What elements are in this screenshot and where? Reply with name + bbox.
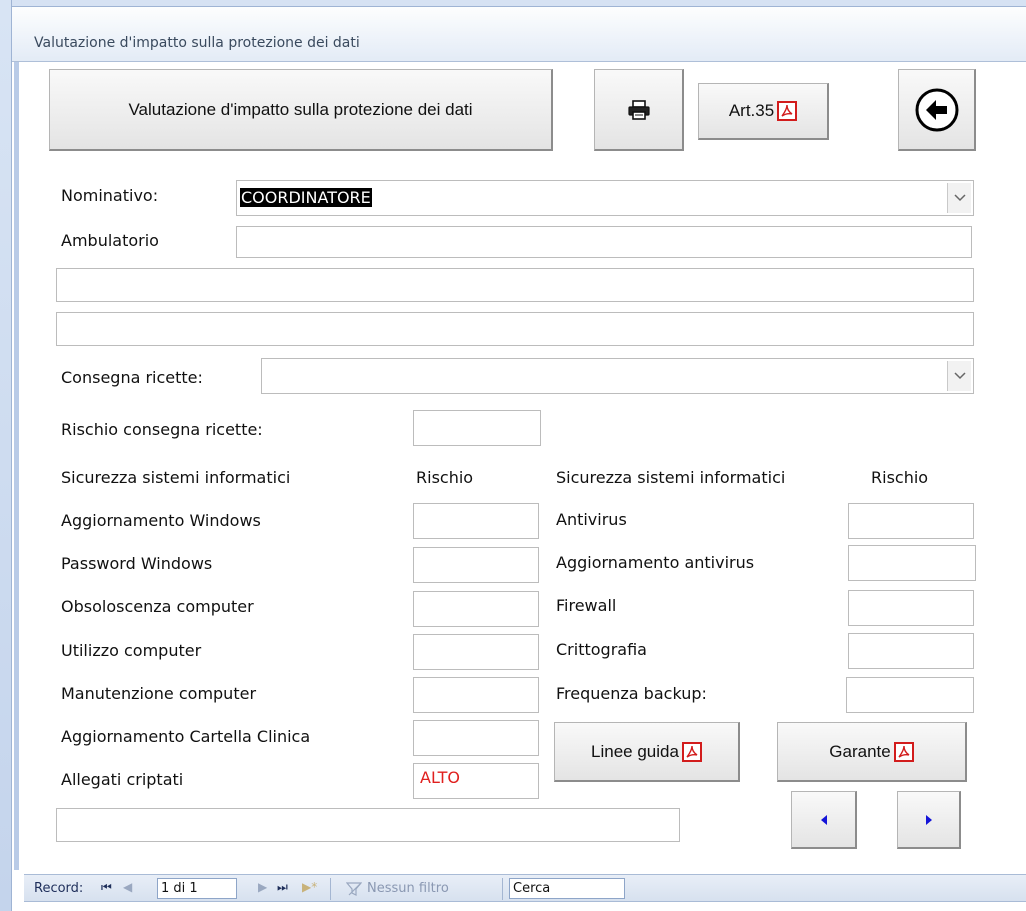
- nominativo-label: Nominativo:: [61, 186, 159, 205]
- consegna-dropdown-button[interactable]: [947, 361, 971, 391]
- dpia-main-button[interactable]: Valutazione d'impatto sulla protezione d…: [49, 69, 553, 151]
- linee-guida-button-label: Linee guida: [591, 741, 679, 761]
- right-section-header: Sicurezza sistemi informatici: [556, 468, 786, 487]
- left-item-risk-input[interactable]: [413, 503, 539, 539]
- right-item-label: Frequenza backup:: [556, 684, 707, 703]
- address-line-1-input[interactable]: [56, 268, 974, 302]
- notes-input[interactable]: [56, 808, 680, 842]
- print-button[interactable]: [594, 69, 684, 151]
- rischio-consegna-label: Rischio consegna ricette:: [61, 420, 263, 439]
- garante-button-label: Garante: [829, 741, 891, 761]
- current-record-field[interactable]: 1 di 1: [157, 878, 237, 899]
- window-title: Valutazione d'impatto sulla protezione d…: [34, 35, 360, 51]
- right-item-risk-input[interactable]: [848, 503, 974, 539]
- left-item-label: Utilizzo computer: [61, 641, 202, 660]
- consegna-ricette-label: Consegna ricette:: [61, 368, 203, 387]
- left-item-risk-input[interactable]: [413, 677, 539, 713]
- triangle-left-icon: [820, 814, 827, 825]
- form-title-bar: Valutazione d'impatto sulla protezione d…: [12, 6, 1026, 62]
- art35-button[interactable]: Art.35: [698, 83, 829, 140]
- rischio-consegna-input[interactable]: [413, 410, 541, 446]
- consegna-ricette-combo[interactable]: [261, 358, 974, 394]
- record-selector-strip[interactable]: [14, 62, 19, 870]
- status-separator: [502, 878, 503, 900]
- left-item-risk-input[interactable]: [413, 634, 539, 670]
- funnel-icon: [346, 882, 362, 896]
- allegati-criptati-risk-value: ALTO: [420, 768, 461, 787]
- left-risk-header: Rischio: [416, 468, 474, 487]
- nominativo-value: COORDINATORE: [240, 188, 372, 207]
- right-item-label: Firewall: [556, 596, 617, 615]
- right-item-risk-input[interactable]: [848, 633, 974, 669]
- ambulatorio-label: Ambulatorio: [61, 231, 159, 250]
- dpia-form-window: Valutazione d'impatto sulla protezione d…: [0, 0, 1026, 911]
- ambulatorio-input[interactable]: [236, 226, 972, 258]
- previous-record-button[interactable]: [791, 791, 857, 849]
- right-item-risk-input[interactable]: [848, 590, 974, 626]
- chevron-down-icon: [953, 372, 966, 380]
- record-label: Record:: [34, 881, 84, 896]
- left-item-label: Aggiornamento Cartella Clinica: [61, 727, 311, 746]
- left-item-label: Allegati criptati: [61, 770, 184, 789]
- back-arrow-icon: [915, 88, 958, 131]
- previous-record-icon[interactable]: ◀: [123, 880, 132, 894]
- left-item-label: Password Windows: [61, 554, 213, 573]
- search-input[interactable]: Cerca: [509, 878, 625, 899]
- dpia-main-button-label: Valutazione d'impatto sulla protezione d…: [128, 99, 473, 119]
- chevron-down-icon: [953, 194, 966, 202]
- left-item-label: Obsoloscenza computer: [61, 597, 254, 616]
- right-item-risk-input[interactable]: [846, 677, 974, 713]
- status-separator: [330, 878, 331, 900]
- record-navigation-bar: Record: ⏮ ◀ 1 di 1 ▶ ⏭ ▶* Nessun filtro …: [24, 874, 1026, 902]
- last-record-icon[interactable]: ⏭: [277, 880, 288, 895]
- left-item-label: Aggiornamento Windows: [61, 511, 261, 530]
- pdf-icon: [777, 101, 798, 121]
- pdf-icon: [681, 741, 702, 762]
- new-record-icon[interactable]: ▶*: [302, 880, 317, 894]
- nominativo-dropdown-button[interactable]: [947, 183, 971, 213]
- window-left-border: [0, 0, 12, 911]
- pdf-icon: [893, 741, 914, 762]
- next-record-icon[interactable]: ▶: [258, 880, 267, 894]
- right-item-label: Antivirus: [556, 510, 627, 529]
- left-item-label: Manutenzione computer: [61, 684, 257, 703]
- allegati-criptati-risk-input[interactable]: ALTO: [413, 763, 539, 799]
- left-item-risk-input[interactable]: [413, 720, 539, 756]
- garante-button[interactable]: Garante: [777, 722, 967, 782]
- next-record-button[interactable]: [897, 791, 961, 849]
- first-record-icon[interactable]: ⏮: [101, 880, 112, 895]
- right-item-label: Aggiornamento antivirus: [556, 553, 755, 572]
- left-item-risk-input[interactable]: [413, 591, 539, 627]
- triangle-right-icon: [925, 814, 932, 825]
- right-item-risk-input[interactable]: [848, 545, 976, 581]
- left-section-header: Sicurezza sistemi informatici: [61, 468, 291, 487]
- back-button[interactable]: [898, 69, 976, 151]
- art35-button-label: Art.35: [728, 101, 775, 120]
- left-item-risk-input[interactable]: [413, 547, 539, 583]
- printer-icon: [627, 99, 650, 120]
- filter-status[interactable]: Nessun filtro: [367, 881, 449, 896]
- right-risk-header: Rischio: [871, 468, 929, 487]
- right-item-label: Crittografia: [556, 640, 647, 659]
- address-line-2-input[interactable]: [56, 312, 974, 346]
- linee-guida-button[interactable]: Linee guida: [554, 722, 740, 782]
- nominativo-combo[interactable]: COORDINATORE: [236, 180, 974, 216]
